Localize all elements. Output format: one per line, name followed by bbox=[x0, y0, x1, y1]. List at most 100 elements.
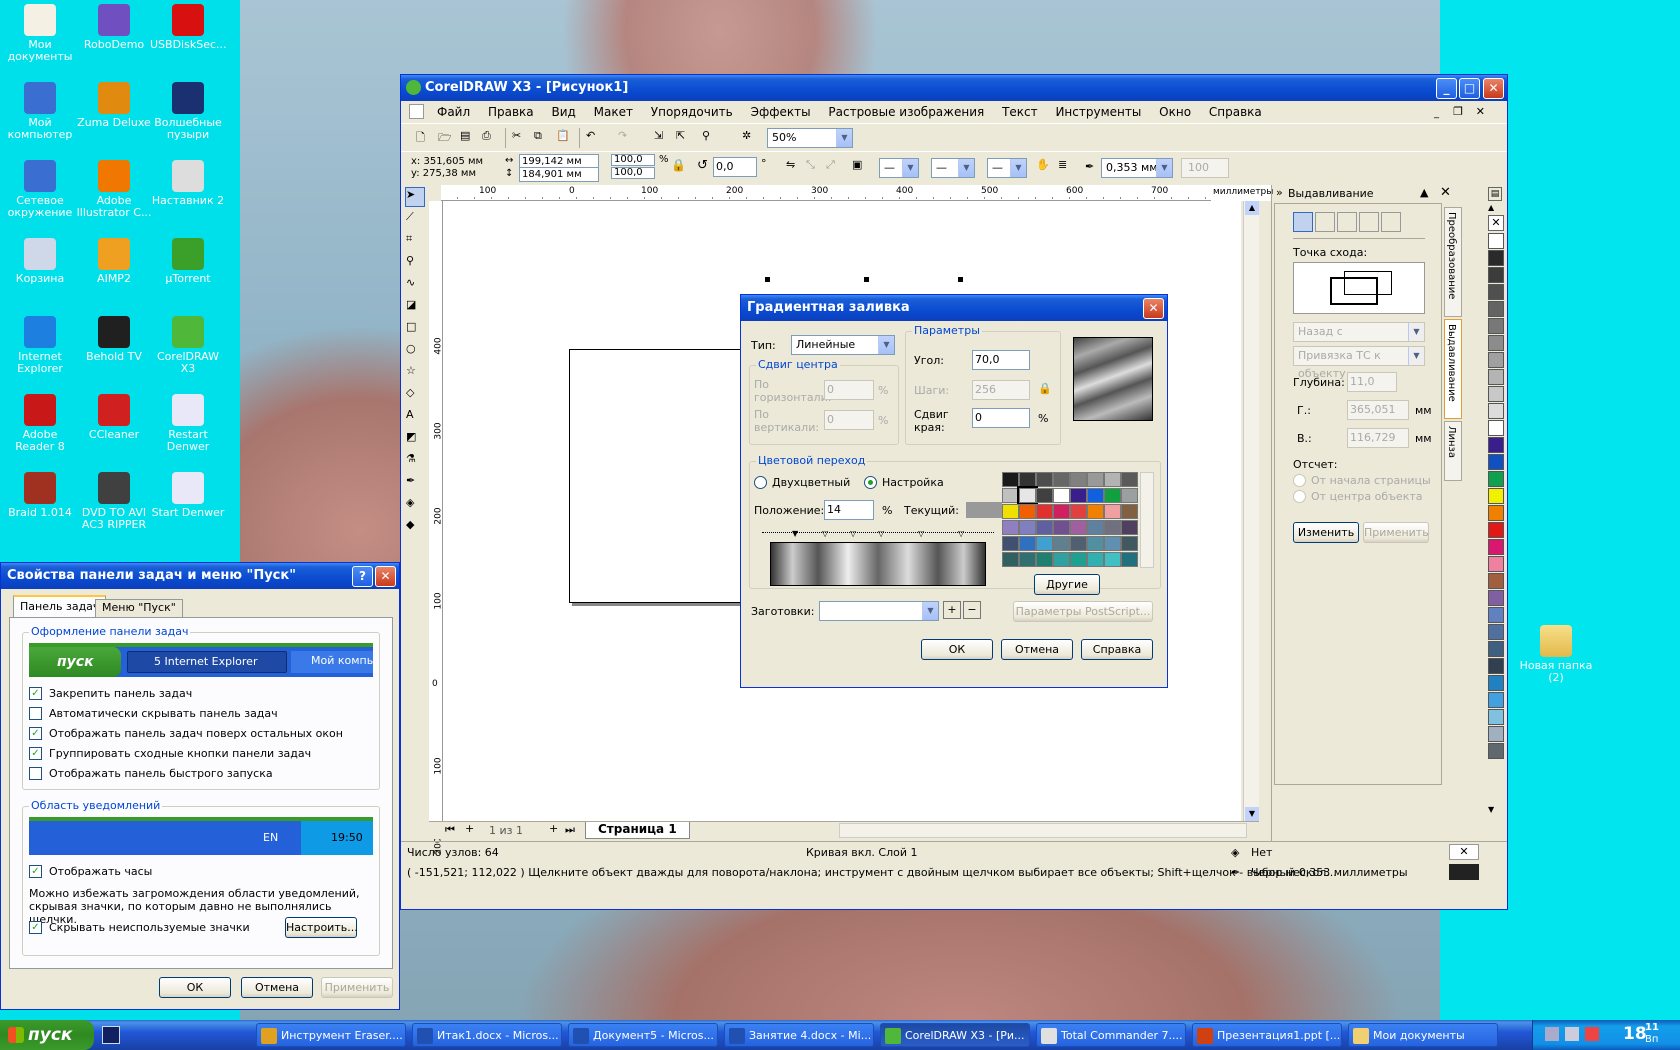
outline-style-combo[interactable]: — ▼ bbox=[931, 158, 975, 178]
end-arrow-combo[interactable]: — ▼ bbox=[987, 158, 1027, 178]
desktop-icon[interactable]: Наставник 2 bbox=[150, 160, 226, 207]
basic-shapes-icon[interactable]: ◇ bbox=[405, 385, 425, 405]
extrude-color-icon[interactable] bbox=[1359, 212, 1379, 232]
color-swatch[interactable] bbox=[1036, 536, 1053, 551]
tab-extrude[interactable]: Выдавливание bbox=[1444, 319, 1462, 419]
postscript-button[interactable]: Параметры PostScript... bbox=[1013, 601, 1153, 622]
taskbar-button[interactable]: Презентация1.ppt [... bbox=[1192, 1023, 1342, 1047]
start-button[interactable]: пуск bbox=[0, 1020, 94, 1050]
angle-field[interactable]: 70,0 bbox=[972, 350, 1030, 370]
color-swatch[interactable] bbox=[1121, 536, 1138, 551]
color-swatch[interactable] bbox=[1104, 536, 1121, 551]
desktop-icon[interactable]: Мой компьютер bbox=[2, 82, 78, 141]
open-icon[interactable]: 🗁 bbox=[437, 128, 457, 148]
desktop-icon[interactable]: Adobe Reader 8 bbox=[2, 394, 78, 453]
tray-icon[interactable] bbox=[1585, 1027, 1599, 1041]
palette-swatch[interactable] bbox=[1488, 743, 1504, 759]
vertical-offset-field[interactable]: 0 bbox=[824, 410, 874, 430]
color-swatch[interactable] bbox=[1017, 486, 1038, 505]
undo-icon[interactable]: ↶ bbox=[585, 128, 605, 148]
presets-combo[interactable]: ▼ bbox=[819, 601, 939, 621]
menu-tools[interactable]: Инструменты bbox=[1055, 105, 1141, 119]
start-arrow-combo[interactable]: — ▼ bbox=[879, 158, 919, 178]
extrude-bevel-icon[interactable] bbox=[1381, 212, 1401, 232]
h-field[interactable]: 365,051 bbox=[1347, 400, 1409, 420]
color-swatch[interactable] bbox=[1053, 552, 1070, 567]
color-swatch[interactable] bbox=[1104, 520, 1121, 535]
desktop-icon[interactable]: Мои документы bbox=[2, 4, 78, 63]
ellipse-tool-icon[interactable]: ○ bbox=[405, 341, 425, 361]
selection-handle[interactable] bbox=[765, 277, 770, 282]
mirror-icon[interactable]: ⇋ bbox=[785, 157, 805, 177]
option-checkbox[interactable]: ✓ bbox=[29, 727, 42, 740]
palette-swatch[interactable] bbox=[1488, 335, 1504, 351]
menu-help[interactable]: Справка bbox=[1209, 105, 1262, 119]
marker-icon[interactable]: ▽ bbox=[878, 529, 884, 538]
palette-swatch[interactable] bbox=[1488, 624, 1504, 640]
color-swatch[interactable] bbox=[1104, 504, 1121, 519]
palette-swatch[interactable] bbox=[1488, 471, 1504, 487]
color-swatch[interactable] bbox=[1121, 552, 1138, 567]
last-page-icon[interactable]: ⏭ bbox=[565, 823, 575, 837]
menu-edit[interactable]: Правка bbox=[488, 105, 534, 119]
apply-button[interactable]: Применить bbox=[1363, 522, 1429, 543]
doc-restore-button[interactable]: ❐ bbox=[1453, 101, 1463, 123]
color-swatch[interactable] bbox=[1019, 504, 1036, 519]
color-swatch[interactable] bbox=[1053, 488, 1070, 503]
color-swatch[interactable] bbox=[1070, 520, 1087, 535]
ok-button[interactable]: ОК bbox=[921, 639, 993, 660]
palette-swatch[interactable] bbox=[1488, 318, 1504, 334]
palette-swatch[interactable] bbox=[1488, 301, 1504, 317]
lock-icon[interactable]: 🔒 bbox=[1038, 382, 1052, 395]
option-checkbox[interactable] bbox=[29, 707, 42, 720]
desktop-icon[interactable]: CorelDRAW X3 bbox=[150, 316, 226, 375]
tray-icon[interactable] bbox=[1565, 1027, 1579, 1041]
vanish-lock-combo[interactable]: Привязка ТС к объекту ▼ bbox=[1293, 346, 1425, 380]
position-field[interactable]: 14 bbox=[824, 500, 874, 520]
scale-y-field[interactable]: 100,0 bbox=[611, 167, 655, 179]
customize-button[interactable]: Настроить... bbox=[285, 917, 358, 938]
change-button[interactable]: Изменить bbox=[1293, 522, 1359, 543]
extrude-rotation-icon[interactable] bbox=[1315, 212, 1335, 232]
desktop-icon[interactable]: µTorrent bbox=[150, 238, 226, 285]
lock-ratio-icon[interactable]: 🔒 bbox=[671, 158, 686, 172]
minimize-button[interactable]: _ bbox=[1436, 78, 1457, 99]
horizontal-scrollbar[interactable] bbox=[839, 823, 1247, 838]
palette-swatch[interactable] bbox=[1488, 607, 1504, 623]
palette-swatch[interactable] bbox=[1488, 267, 1504, 283]
marker-icon[interactable]: ▼ bbox=[792, 529, 798, 538]
desktop-icon[interactable]: DVD TO AVI AC3 RIPPER bbox=[76, 472, 152, 531]
color-swatch[interactable] bbox=[1002, 536, 1019, 551]
show-clock-checkbox[interactable]: ✓ bbox=[29, 865, 42, 878]
welcome-icon[interactable]: ✲ bbox=[741, 128, 761, 148]
color-swatch[interactable] bbox=[1002, 504, 1019, 519]
color-swatch[interactable] bbox=[1019, 520, 1036, 535]
color-swatch[interactable] bbox=[1019, 552, 1036, 567]
color-swatch[interactable] bbox=[1002, 488, 1019, 503]
zoom-combo[interactable]: 50% ▼ bbox=[767, 128, 853, 148]
palette-swatch[interactable] bbox=[1488, 709, 1504, 725]
color-swatch[interactable] bbox=[1087, 488, 1104, 503]
color-swatch[interactable] bbox=[1104, 552, 1121, 567]
selection-handle[interactable] bbox=[864, 277, 869, 282]
horizontal-offset-field[interactable]: 0 bbox=[824, 380, 874, 400]
palette-swatch[interactable] bbox=[1488, 437, 1504, 453]
extrude-light-icon[interactable] bbox=[1337, 212, 1357, 232]
color-swatch[interactable] bbox=[1087, 472, 1104, 487]
color-swatch[interactable] bbox=[1121, 504, 1138, 519]
tab-transform[interactable]: Преобразование bbox=[1444, 207, 1462, 317]
taskbar-apply-button[interactable]: Применить bbox=[321, 977, 393, 998]
palette-swatch[interactable] bbox=[1488, 386, 1504, 402]
tab-taskbar[interactable]: Панель задач bbox=[13, 595, 107, 617]
color-swatch[interactable] bbox=[1036, 520, 1053, 535]
palette-swatch[interactable] bbox=[1488, 369, 1504, 385]
palette-swatch[interactable] bbox=[1488, 505, 1504, 521]
add-preset-icon[interactable]: + bbox=[943, 601, 961, 619]
color-swatch[interactable] bbox=[1019, 536, 1036, 551]
taskbar-props-titlebar[interactable]: Свойства панели задач и меню "Пуск" ? ✕ bbox=[1, 563, 399, 589]
scroll-up-icon[interactable]: ▲ bbox=[1245, 201, 1259, 215]
outline-tool-icon[interactable]: ✒ bbox=[405, 473, 425, 493]
palette-swatch[interactable] bbox=[1488, 641, 1504, 657]
taskbar-button[interactable]: Итак1.docx - Micros... bbox=[412, 1023, 562, 1047]
docker-up-icon[interactable]: ▲ bbox=[1420, 186, 1428, 199]
